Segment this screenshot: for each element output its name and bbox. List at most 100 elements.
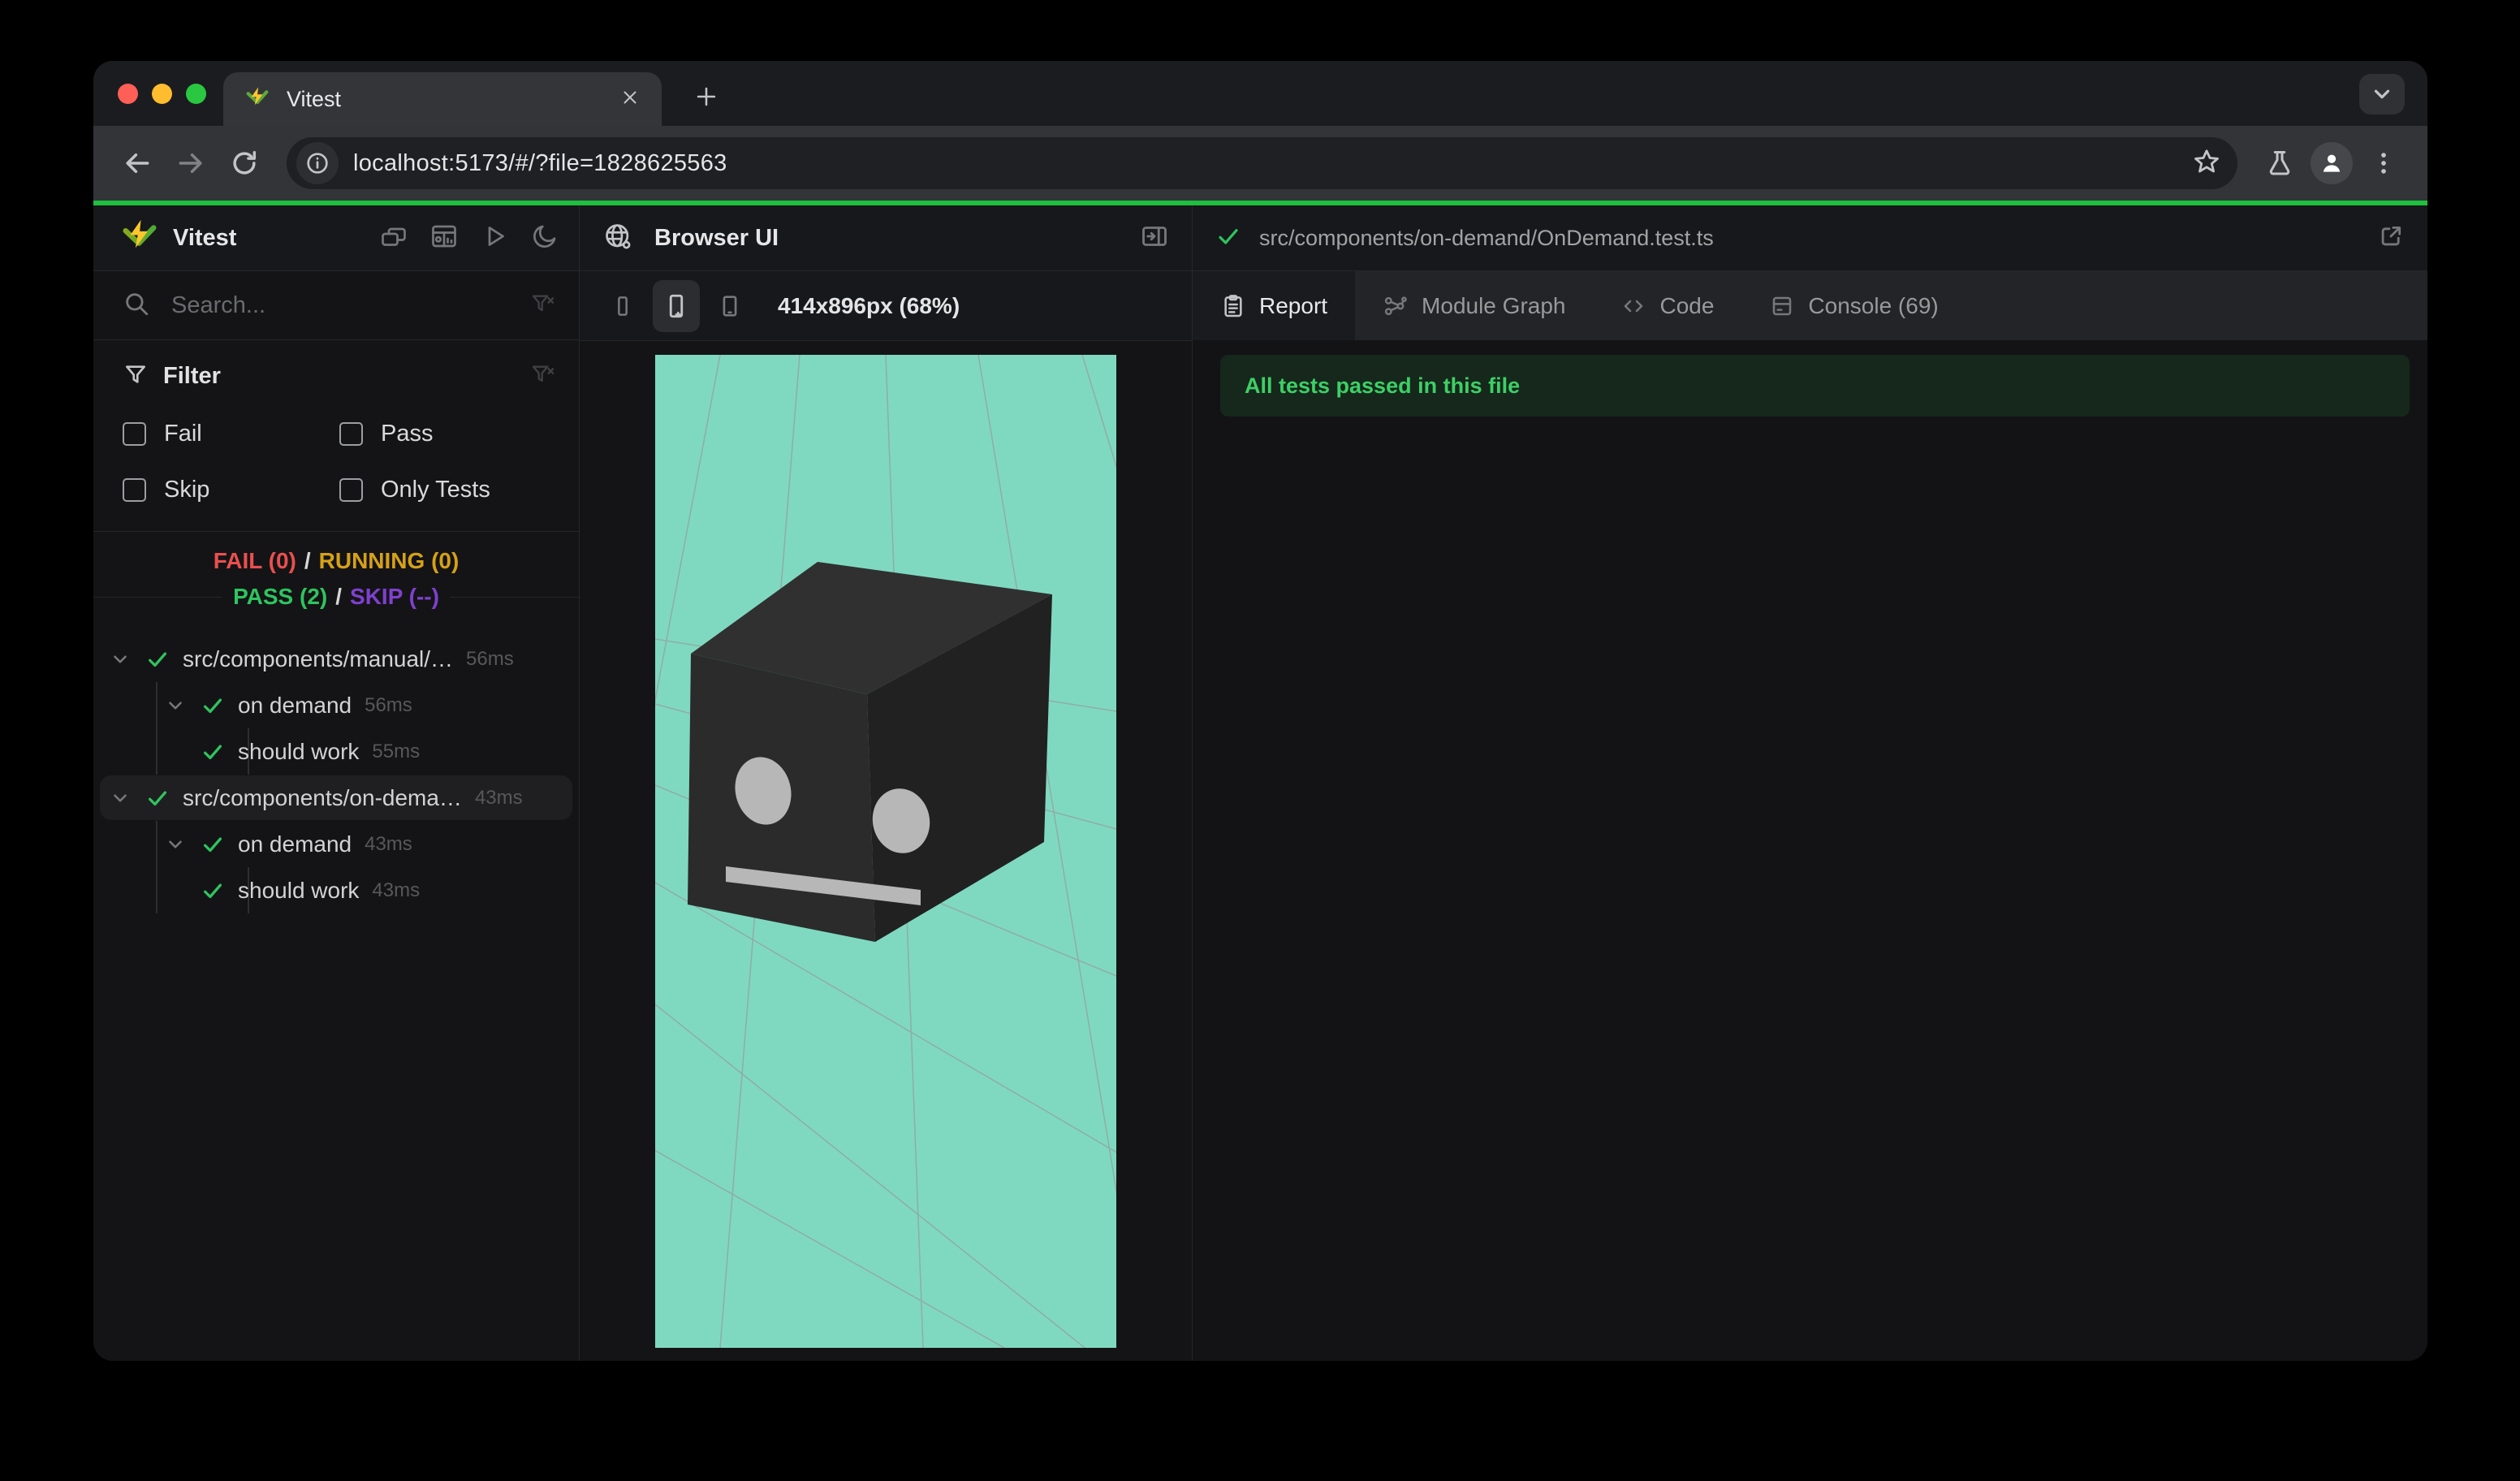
forward-button[interactable] bbox=[168, 140, 214, 186]
back-button[interactable] bbox=[114, 140, 160, 186]
device-size-small-icon[interactable] bbox=[599, 280, 646, 332]
viewport-size-label: 414x896px (68%) bbox=[778, 292, 960, 318]
test-file-row[interactable]: src/components/manual/… 56ms bbox=[93, 636, 579, 682]
chevron-down-icon[interactable] bbox=[165, 695, 186, 716]
close-window-button[interactable] bbox=[118, 84, 138, 104]
tab-report[interactable]: Report bbox=[1193, 271, 1356, 340]
test-duration: 56ms bbox=[365, 693, 412, 716]
filter-checkbox-only-tests[interactable]: Only Tests bbox=[339, 477, 556, 503]
pass-check-icon bbox=[1215, 223, 1241, 253]
browser-window: Vitest localhost:5173/#/?file=1828625563… bbox=[93, 61, 2427, 1361]
reload-button[interactable] bbox=[222, 140, 267, 186]
tab-code[interactable]: Code bbox=[1593, 271, 1741, 340]
new-tab-button[interactable] bbox=[693, 83, 720, 114]
device-size-large-icon[interactable] bbox=[706, 280, 753, 332]
test-duration: 43ms bbox=[372, 879, 421, 901]
report-clipboard-icon bbox=[1224, 294, 1242, 317]
clear-search-filter-icon[interactable] bbox=[530, 291, 556, 321]
module-graph-icon bbox=[1384, 296, 1407, 315]
sidebar-header: Vitest bbox=[93, 205, 579, 270]
test-case-row[interactable]: should work 55ms bbox=[93, 728, 579, 775]
browser-panel-header: Browser UI bbox=[580, 205, 1192, 270]
minimize-window-button[interactable] bbox=[152, 84, 172, 104]
open-external-icon[interactable] bbox=[2377, 222, 2405, 254]
test-duration: 55ms bbox=[372, 740, 421, 762]
browser-panel-title: Browser UI bbox=[654, 224, 779, 251]
test-stats: FAIL (0) / RUNNING (0) PASS (2) / SKIP (--) bbox=[93, 532, 579, 628]
url-text[interactable]: localhost:5173/#/?file=1828625563 bbox=[353, 150, 2177, 177]
close-tab-icon[interactable] bbox=[619, 87, 641, 112]
filter-section: Filter Fail Pass Skip Only Tests bbox=[93, 340, 579, 531]
search-input[interactable] bbox=[171, 291, 509, 319]
browser-toolbar: localhost:5173/#/?file=1828625563 bbox=[93, 126, 2427, 201]
pass-check-icon bbox=[145, 647, 170, 671]
bookmark-star-icon[interactable] bbox=[2192, 147, 2221, 180]
browser-tab[interactable]: Vitest bbox=[223, 72, 662, 126]
test-case-row[interactable]: should work 43ms bbox=[93, 867, 579, 913]
checkbox bbox=[123, 478, 146, 502]
toggle-panel-right-icon[interactable] bbox=[1140, 222, 1169, 255]
device-size-medium-icon[interactable] bbox=[653, 279, 700, 332]
pass-check-icon bbox=[201, 879, 225, 903]
vitest-logo-icon bbox=[121, 218, 158, 259]
filter-checkbox-fail[interactable]: Fail bbox=[123, 421, 339, 447]
test-viewport[interactable] bbox=[655, 355, 1116, 1348]
console-icon bbox=[1773, 296, 1792, 315]
test-file-path: src/components/on-demand/OnDemand.test.t… bbox=[1259, 225, 1714, 250]
preview-area bbox=[580, 341, 1192, 1361]
test-tree: src/components/manual/… 56ms on demand 5… bbox=[93, 628, 579, 1361]
test-file-row-selected[interactable]: src/components/on-dema… 43ms bbox=[93, 775, 579, 821]
dark-mode-moon-icon[interactable] bbox=[530, 222, 559, 255]
checkbox bbox=[339, 422, 363, 446]
chevron-down-icon[interactable] bbox=[165, 834, 186, 855]
test-duration: 56ms bbox=[466, 647, 514, 670]
experiments-flask-icon[interactable] bbox=[2257, 140, 2302, 186]
browser-preview-panel: Browser UI 414x896px (68%) bbox=[580, 205, 1192, 1361]
collapse-panels-icon[interactable] bbox=[379, 222, 408, 255]
filter-checkbox-pass[interactable]: Pass bbox=[339, 421, 556, 447]
pass-count: PASS (2) bbox=[233, 584, 328, 609]
pass-check-icon bbox=[201, 740, 225, 764]
screenshot-canvas: Vitest localhost:5173/#/?file=1828625563… bbox=[0, 0, 2520, 1481]
running-count: RUNNING (0) bbox=[318, 548, 460, 573]
test-duration: 43ms bbox=[365, 832, 412, 855]
pass-check-icon bbox=[201, 832, 225, 857]
site-info-icon[interactable] bbox=[296, 142, 339, 184]
run-all-tests-icon[interactable] bbox=[480, 222, 509, 255]
banner-text: All tests passed in this file bbox=[1245, 373, 1521, 398]
search-icon bbox=[123, 290, 150, 322]
report-panel: src/components/on-demand/OnDemand.test.t… bbox=[1193, 205, 2427, 1361]
test-suite-row[interactable]: on demand 43ms bbox=[93, 821, 579, 867]
tab-module-graph[interactable]: Module Graph bbox=[1355, 271, 1593, 340]
device-toolbar: 414x896px (68%) bbox=[580, 271, 1192, 340]
filter-title: Filter bbox=[163, 363, 221, 389]
pass-check-icon bbox=[201, 693, 225, 718]
filter-funnel-icon bbox=[123, 361, 149, 391]
code-icon bbox=[1625, 300, 1643, 312]
filter-options: Fail Pass Skip Only Tests bbox=[123, 421, 556, 503]
filter-checkbox-skip[interactable]: Skip bbox=[123, 477, 339, 503]
dashboard-icon[interactable] bbox=[429, 222, 459, 255]
search-bar bbox=[93, 271, 579, 339]
clear-filter-icon[interactable] bbox=[530, 361, 556, 391]
maximize-window-button[interactable] bbox=[186, 84, 206, 104]
tab-console[interactable]: Console (69) bbox=[1741, 271, 1966, 340]
sidebar: Vitest Search... Filter Fail Pass Skip O… bbox=[93, 205, 579, 1361]
report-panel-header: src/components/on-demand/OnDemand.test.t… bbox=[1193, 205, 2427, 270]
tab-title: Vitest bbox=[287, 86, 342, 111]
url-bar[interactable]: localhost:5173/#/?file=1828625563 bbox=[287, 137, 2237, 189]
chevron-down-icon[interactable] bbox=[110, 788, 131, 809]
test-suite-row[interactable]: on demand 56ms bbox=[93, 682, 579, 728]
chevron-down-icon[interactable] bbox=[110, 649, 131, 670]
report-tabs: Report Module Graph Code Console (69) bbox=[1193, 271, 2427, 340]
skip-count: SKIP (--) bbox=[350, 584, 439, 609]
vitest-favicon-icon bbox=[244, 84, 270, 114]
3d-scene bbox=[655, 355, 1116, 1348]
globe-icon bbox=[602, 221, 633, 256]
macos-window-controls bbox=[118, 84, 206, 104]
checkbox bbox=[123, 422, 146, 446]
menu-kebab-icon[interactable] bbox=[2361, 140, 2406, 186]
profile-avatar[interactable] bbox=[2311, 142, 2353, 184]
pass-check-icon bbox=[145, 786, 170, 810]
tab-search-button[interactable] bbox=[2359, 74, 2405, 114]
